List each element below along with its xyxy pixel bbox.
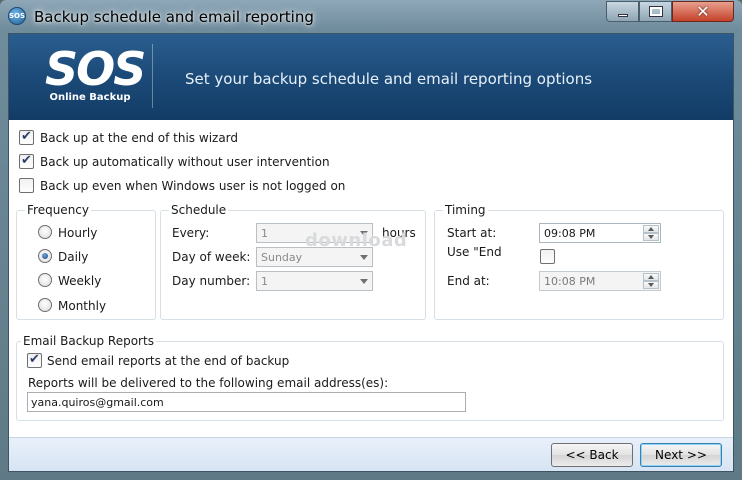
email-address-input[interactable]: yana.quiros@gmail.com [27, 392, 466, 412]
frequency-hourly-label: Hourly [58, 226, 98, 240]
chevron-down-icon [360, 279, 368, 284]
schedule-group: Schedule Every: 1 hours Day of week: Sun… [160, 203, 426, 320]
wizard-window: SOS Backup schedule and email reporting … [0, 0, 742, 480]
app-icon: SOS [8, 7, 26, 25]
day-of-week-label: Day of week: [172, 250, 251, 264]
start-at-time-picker[interactable]: 09:08 PM [539, 223, 661, 243]
logo-main-text: SOS [45, 42, 146, 96]
download-watermark: download [305, 230, 408, 251]
schedule-group-title: Schedule [169, 203, 229, 217]
maximize-icon [648, 6, 663, 17]
wizard-content: SOS Online Backup Set your backup schedu… [8, 33, 734, 472]
close-button[interactable]: ✕ [672, 1, 734, 22]
end-at-label: End at: [447, 274, 490, 288]
frequency-daily-radio[interactable] [38, 249, 52, 263]
use-end-checkbox[interactable] [540, 249, 555, 264]
frequency-group-title: Frequency [25, 203, 91, 217]
logo-sub-text: Online Backup [49, 92, 131, 103]
start-at-value: 09:08 PM [544, 227, 596, 240]
day-number-value: 1 [261, 275, 268, 288]
spin-down-icon[interactable] [643, 233, 659, 241]
email-reports-group-title: Email Backup Reports [21, 334, 156, 348]
frequency-weekly-radio[interactable] [38, 273, 52, 287]
day-number-label: Day number: [172, 274, 251, 288]
backup-end-of-wizard-checkbox[interactable] [19, 129, 34, 145]
backup-not-logged-on-checkbox[interactable] [19, 178, 34, 193]
sos-logo: SOS Online Backup [45, 42, 146, 110]
minimize-button[interactable] [606, 1, 639, 22]
close-icon: ✕ [696, 1, 710, 21]
start-at-label: Start at: [447, 226, 497, 240]
spin-up-icon[interactable] [643, 225, 659, 233]
end-at-spinner[interactable] [643, 273, 659, 289]
backup-automatically-label: Back up automatically without user inter… [40, 155, 330, 169]
end-at-value: 10:08 PM [544, 275, 596, 288]
spin-up-icon[interactable] [643, 273, 659, 281]
email-address-label: Reports will be delivered to the followi… [28, 376, 389, 390]
backup-end-of-wizard-label: Back up at the end of this wizard [40, 131, 239, 145]
backup-not-logged-on-label: Back up even when Windows user is not lo… [40, 179, 346, 193]
spin-down-icon[interactable] [643, 281, 659, 289]
start-at-spinner[interactable] [643, 225, 659, 241]
send-email-reports-checkbox[interactable] [27, 352, 42, 368]
maximize-button[interactable] [639, 1, 672, 22]
chevron-down-icon [360, 255, 368, 260]
frequency-monthly-label: Monthly [58, 299, 107, 313]
title-bar[interactable]: SOS Backup schedule and email reporting … [0, 0, 742, 34]
frequency-hourly-radio[interactable] [38, 225, 52, 239]
page-subtitle: Set your backup schedule and email repor… [185, 70, 593, 88]
back-button[interactable]: << Back [551, 443, 633, 467]
end-at-time-picker[interactable]: 10:08 PM [539, 271, 661, 291]
timing-group: Timing Start at: 09:08 PM Use "End End a… [434, 203, 724, 320]
email-reports-group: Email Backup Reports Send email reports … [16, 334, 724, 421]
use-end-label: Use "End [447, 245, 502, 259]
frequency-monthly-radio[interactable] [38, 298, 52, 312]
next-button[interactable]: Next >> [640, 443, 722, 467]
frequency-group: Frequency Hourly Daily Weekly Monthly [16, 203, 156, 320]
timing-group-title: Timing [443, 203, 488, 217]
every-value: 1 [261, 227, 268, 240]
frequency-weekly-label: Weekly [58, 274, 102, 288]
frequency-daily-label: Daily [58, 250, 89, 264]
window-title: Backup schedule and email reporting [34, 8, 314, 26]
day-number-select[interactable]: 1 [256, 271, 373, 291]
header-banner: SOS Online Backup Set your backup schedu… [9, 34, 733, 120]
backup-automatically-checkbox[interactable] [19, 153, 34, 169]
send-email-reports-label: Send email reports at the end of backup [47, 354, 290, 368]
banner-divider [152, 44, 153, 108]
minimize-icon [617, 14, 628, 17]
wizard-footer: << Back Next >> [9, 437, 733, 471]
day-of-week-value: Sunday [261, 251, 303, 264]
every-label: Every: [172, 226, 210, 240]
